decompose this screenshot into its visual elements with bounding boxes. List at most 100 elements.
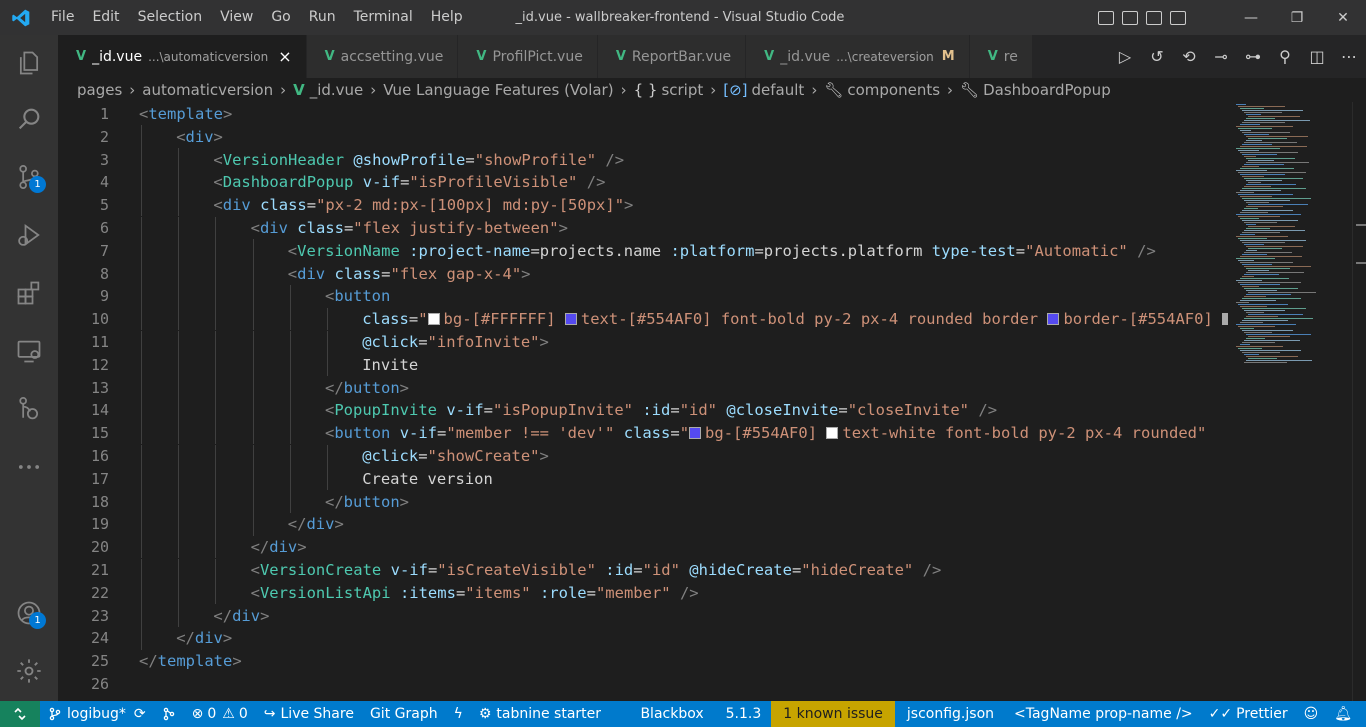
git-compare-icon[interactable]: ⚲ (1276, 47, 1294, 66)
indent-guide (252, 444, 254, 468)
known-issue-status[interactable]: 1 known issue (771, 701, 895, 727)
live-share-status[interactable]: ↪ Live Share (256, 701, 362, 727)
remote-icon[interactable] (0, 701, 40, 727)
source-control-icon[interactable]: 1 (0, 153, 58, 201)
code-line: 24 </div> (58, 627, 1228, 650)
accounts-icon[interactable]: 1 (0, 589, 58, 637)
sync-icon: ⟳ (133, 706, 146, 722)
lightning-icon[interactable]: ϟ (446, 701, 471, 727)
breadcrumb-components[interactable]: components (847, 81, 940, 99)
step-icon[interactable]: ⊸ (1212, 47, 1230, 66)
feedback-icon[interactable]: ☺ (1296, 701, 1327, 727)
breadcrumb-pages[interactable]: pages (77, 81, 122, 99)
tab-0[interactable]: V _id.vue ...\automaticversion × (58, 35, 307, 78)
code-token: "px-2 md:px-[100px] md:py-[50px]" (316, 196, 625, 215)
tagname-status[interactable]: <TagName prop-name /> (1006, 701, 1201, 727)
code-token: div (297, 264, 326, 283)
menu-item-run[interactable]: Run (300, 0, 345, 35)
close-window-icon[interactable]: ✕ (1320, 0, 1366, 35)
code-token: > (539, 333, 549, 351)
minimize-icon[interactable]: — (1228, 0, 1274, 35)
extensions-icon[interactable] (0, 269, 58, 317)
color-swatch[interactable] (564, 313, 577, 326)
color-swatch[interactable] (1047, 313, 1060, 326)
indent-guide (215, 216, 217, 240)
toggle-panel-icon[interactable] (1122, 10, 1138, 25)
git-graph-icon[interactable] (0, 385, 58, 433)
line-number: 22 (90, 583, 109, 602)
search-icon[interactable] (0, 95, 58, 143)
toggle-secondary-sidebar-icon[interactable] (1146, 10, 1162, 25)
error-icon: ⊗ (191, 706, 204, 722)
color-swatch[interactable] (826, 427, 839, 440)
breadcrumb-file[interactable]: _id.vue (310, 81, 364, 99)
remote-explorer-icon[interactable] (0, 327, 58, 375)
tab-2[interactable]: V ProfilPict.vue (458, 35, 598, 78)
color-swatch[interactable] (427, 313, 440, 326)
breadcrumb-automaticversion[interactable]: automaticversion (142, 81, 273, 99)
indent-guide (215, 376, 217, 399)
blackbox-status[interactable]: Blackbox (628, 701, 715, 727)
restore-icon[interactable]: ❐ (1274, 0, 1320, 35)
run-icon[interactable]: ▷ (1116, 47, 1134, 66)
code-token: = (1015, 241, 1026, 260)
breadcrumb-dashboardpopup[interactable]: DashboardPopup (983, 81, 1111, 99)
git-graph-status-icon[interactable] (154, 701, 184, 727)
menu-item-go[interactable]: Go (262, 0, 299, 35)
breadcrumb-volar[interactable]: Vue Language Features (Volar) (383, 81, 613, 99)
jsconfig-status[interactable]: jsconfig.json (895, 701, 1006, 727)
color-swatch[interactable] (689, 427, 702, 440)
code-text: <div> (176, 128, 223, 146)
problems-status[interactable]: ⊗ 0 ⚠ 0 (184, 701, 256, 727)
menu-item-view[interactable]: View (211, 0, 262, 35)
more-icon[interactable] (0, 443, 58, 491)
version-status[interactable]: 5.1.3 (716, 701, 772, 727)
minimap-line (1242, 144, 1272, 145)
manage-gear-icon[interactable] (0, 647, 58, 695)
title-bar: File Edit Selection View Go Run Terminal Help _… (0, 0, 1366, 35)
tabnine-status[interactable]: ⚙ tabnine starter (471, 701, 609, 727)
minimap[interactable] (1228, 102, 1348, 701)
code-token: < (287, 264, 298, 283)
branch-status[interactable]: logibug* ⟳ (40, 701, 154, 727)
more-actions-icon[interactable]: ⋯ (1340, 47, 1358, 66)
toggle-primary-sidebar-icon[interactable] (1098, 10, 1114, 25)
minimap-line (1242, 188, 1306, 189)
run-debug-icon[interactable] (0, 211, 58, 259)
breadcrumb-default[interactable]: default (752, 81, 805, 99)
timeline-icon[interactable]: ↺ (1148, 47, 1166, 66)
vertical-scrollbar[interactable] (1352, 102, 1366, 701)
go-back-icon[interactable]: ⟲ (1180, 47, 1198, 66)
code-token: > (222, 629, 233, 648)
code-token: :platform (670, 241, 755, 260)
code-token: > (539, 447, 549, 465)
tab-5[interactable]: Vre (969, 35, 1033, 78)
code-token: "isCreateVisible" (437, 561, 596, 579)
breadcrumb-script[interactable]: script (661, 81, 703, 99)
tab-label: _id.vue (780, 48, 831, 65)
split-editor-icon[interactable]: ◫ (1308, 47, 1326, 66)
indent-guide (141, 216, 142, 240)
menu-item-edit[interactable]: Edit (83, 0, 128, 35)
minimap-line (1240, 108, 1264, 109)
code-editor[interactable]: 1 <template> 2 <div> 3 <VersionHeader @showPr… (58, 102, 1228, 701)
git-graph-status[interactable]: Git Graph (362, 701, 446, 727)
menu-item-selection[interactable]: Selection (129, 0, 212, 35)
code-token: < (325, 287, 335, 306)
minimap-line (1242, 352, 1280, 353)
close-tab-icon[interactable]: × (278, 47, 291, 66)
menu-item-terminal[interactable]: Terminal (345, 0, 422, 35)
explorer-icon[interactable] (0, 39, 58, 87)
tab-4[interactable]: V _id.vue ...\createversion M (746, 35, 970, 78)
line-number: 16 (90, 447, 109, 465)
code-token: = (437, 424, 447, 443)
tab-3[interactable]: V ReportBar.vue (597, 35, 747, 78)
step-forward-icon[interactable]: ⊶ (1244, 47, 1262, 66)
notifications-bell-icon[interactable]: 🔔︎ (1326, 701, 1366, 727)
line-number: 20 (90, 538, 109, 557)
menu-item-file[interactable]: File (42, 0, 83, 35)
indent-guide (327, 444, 328, 468)
tab-1[interactable]: Vaccsetting.vue (306, 35, 459, 78)
prettier-status[interactable]: ✓✓ Prettier (1201, 701, 1296, 727)
customize-layout-icon[interactable] (1170, 10, 1186, 25)
